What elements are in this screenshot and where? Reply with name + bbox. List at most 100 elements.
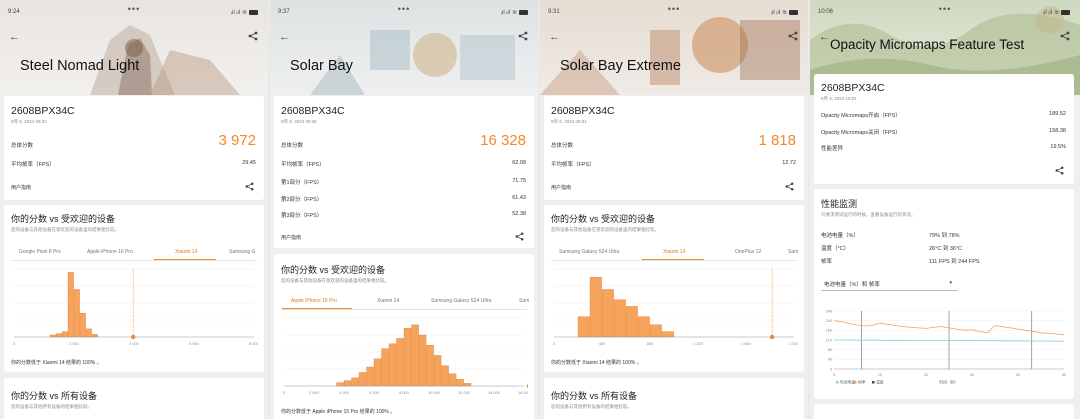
status-time: 9:24 [8, 9, 20, 15]
signal-icon: ᵢıl ᵢıl ≋ [501, 9, 528, 16]
metric-select[interactable]: 电池电量（%）和 帧率 ▾ [821, 277, 958, 291]
tab-device[interactable]: Sam [788, 249, 798, 255]
x-axis-label: 时间（秒） [940, 380, 959, 385]
metric-label: 第2部分（FPS） [281, 197, 323, 203]
back-arrow-icon[interactable]: ← [279, 31, 290, 43]
share-icon[interactable] [785, 182, 794, 191]
share-icon[interactable] [1060, 31, 1070, 41]
histogram-bar [403, 328, 412, 387]
x-tick-label: 1 200 [693, 342, 703, 346]
tab-device[interactable]: Samsung G [229, 249, 255, 255]
histogram-bar [388, 343, 397, 387]
metric-label: 第3部分（FPS） [281, 213, 323, 219]
x-tick-label: 14 000 [488, 391, 500, 395]
signal-icon: ᵢıl ᵢıl ≋ [231, 9, 258, 16]
tab-device-active[interactable]: Xiaomi 14 [175, 249, 197, 255]
x-tick-label: 0 [833, 373, 835, 377]
tab-device[interactable]: Google Pixel 8 Pro [19, 249, 61, 255]
back-arrow-icon[interactable]: ← [9, 31, 20, 43]
signal-icon: ᵢıl ᵢıl ≋ [1043, 9, 1070, 16]
histogram-bar [351, 377, 359, 387]
tab-indicator [154, 259, 216, 260]
compare-all-title: 你的分数 vs 所有设备 [11, 391, 98, 401]
back-arrow-icon[interactable]: ← [549, 31, 560, 43]
histogram-bar [373, 358, 382, 387]
histogram-bar [441, 365, 449, 387]
x-tick-label: 10 [878, 373, 882, 377]
tab-device-active[interactable]: Xiaomi 14 [663, 249, 685, 255]
perf-value: 79% 到 78% [929, 233, 960, 239]
share-icon[interactable] [788, 31, 798, 41]
metric-value: 61.43 [512, 195, 526, 201]
x-tick-label: 12 000 [458, 391, 470, 395]
histogram-bar [358, 372, 367, 387]
metric-row: 第1部分（FPS） 71.75 [281, 178, 526, 186]
tab-device[interactable]: Xiaomi 14 [377, 298, 399, 304]
x-tick-label: 16 000 [518, 391, 528, 395]
metric-label: 平均帧率（FPS） [551, 162, 595, 168]
histogram-bar [637, 316, 650, 338]
battery-icon [1061, 9, 1070, 15]
overall-label: 总体分数 [11, 143, 34, 149]
compare-all-subtitle: 您的设备与其他所有设备的结果相比较。 [11, 404, 92, 409]
metric-row: 性能差异 19.5% [821, 144, 1066, 152]
y-tick-label: 0 [830, 367, 832, 371]
share-icon[interactable] [245, 182, 254, 191]
metric-row: 平均帧率（FPS） 62.08 [281, 160, 526, 168]
page-title: Solar Bay Extreme [560, 58, 681, 74]
overall-score: 16 328 [480, 132, 526, 149]
x-tick-label: 8 000 [399, 391, 409, 395]
screen-steel-nomad-light: 9:24 ••• ᵢıl ᵢıl ≋ ← Steel Nomad Light 2… [0, 0, 268, 419]
chevron-down-icon: ▾ [949, 280, 952, 286]
metric-value: 71.75 [512, 178, 526, 184]
user-guide-link[interactable]: 用户指南 [11, 184, 31, 191]
tab-device[interactable]: Sam [519, 298, 529, 304]
histogram-bar [411, 324, 419, 387]
metric-value: 29.45 [242, 160, 256, 166]
share-icon[interactable] [248, 31, 258, 41]
histogram-bar [589, 277, 602, 338]
tab-indicator [642, 259, 704, 260]
metric-label: Opacity Micromaps开启（FPS） [821, 113, 901, 119]
back-arrow-icon[interactable]: ← [819, 31, 830, 43]
user-guide-link[interactable]: 用户指南 [551, 184, 571, 191]
result-card: 2608BPX34C 9月 9, 2024 09:36 总体分数 16 328 … [274, 96, 534, 248]
metric-row: 平均帧率（FPS） 12.72 [551, 160, 796, 168]
histogram-bar [381, 348, 389, 387]
histogram-bar [79, 313, 86, 338]
legend-swatch [836, 381, 839, 384]
status-bar: 9:37 ••• ᵢıl ᵢıl ≋ [270, 0, 538, 20]
histogram-bar [85, 328, 92, 338]
compare-title: 你的分数 vs 受欢迎的设备 [281, 265, 386, 275]
signal-icon: ᵢıl ᵢıl ≋ [771, 9, 798, 16]
screen-opacity-micromaps: 10:06 ••• ᵢıl ᵢıl ≋ ← Opacity Micromaps … [810, 0, 1080, 419]
compare-footnote: 你的分数低于 Xiaomi 14 结果的 100% 。 [11, 360, 102, 366]
metric-value: 189.52 [1049, 111, 1066, 117]
metric-row: 第3部分（FPS） 52.38 [281, 211, 526, 219]
tab-device[interactable]: Apple iPhone 16 Pro [87, 249, 133, 255]
x-tick-label: 2 000 [69, 342, 79, 346]
next-card [814, 404, 1074, 419]
share-icon[interactable] [1055, 166, 1064, 175]
user-guide-link[interactable]: 用户指南 [281, 234, 301, 241]
tab-device-active[interactable]: Apple iPhone 15 Pro [291, 298, 337, 304]
x-tick-label: 0 [283, 391, 285, 395]
share-icon[interactable] [518, 31, 528, 41]
tab-device[interactable]: Samsung Galaxy S24 Ultra [431, 298, 491, 304]
histogram-bar [418, 334, 427, 387]
compare-all-card: 你的分数 vs 所有设备 您的设备与其他所有设备的结果相比较。 [4, 378, 264, 419]
histogram-bar [577, 316, 590, 338]
x-tick-label: 1 600 [741, 342, 751, 346]
perf-value: 111 FPS 到 244 FPS [929, 259, 980, 265]
status-bar: 9:31 ••• ᵢıl ᵢıl ≋ [540, 0, 808, 20]
tab-device[interactable]: Samsung Galaxy S24 Ultra [559, 249, 619, 255]
y-tick-label: 40 [828, 358, 832, 362]
device-name: 2608BPX34C [551, 105, 615, 117]
tab-device[interactable]: OnePlus 12 [735, 249, 761, 255]
share-icon[interactable] [515, 232, 524, 241]
battery-icon [249, 9, 258, 15]
metric-label: 平均帧率（FPS） [11, 162, 55, 168]
metric-label: Opacity Micromaps关闭（FPS） [821, 130, 901, 136]
x-tick-label: 20 [924, 373, 928, 377]
perf-value-row: 26°C 到 36°C [929, 244, 962, 252]
